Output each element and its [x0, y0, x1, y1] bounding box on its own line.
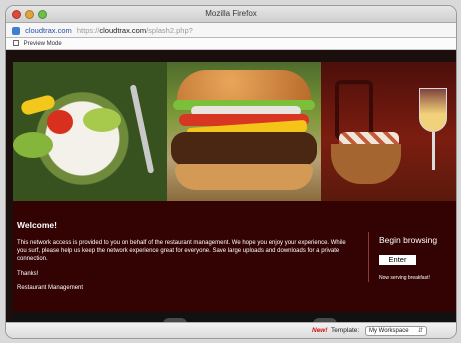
wine-glass-stem: [432, 132, 435, 170]
burger-top-bun: [177, 70, 311, 104]
burger-photo: [167, 62, 321, 201]
template-select-value: My Workspace: [369, 328, 409, 334]
template-label: Template:: [331, 327, 360, 334]
fork: [129, 84, 155, 174]
burger-bottom-bun: [175, 164, 313, 190]
url-path: /splash2.php?: [146, 26, 193, 35]
site-identity-label[interactable]: cloudtrax.com: [25, 26, 72, 35]
vertical-divider: [368, 232, 369, 282]
dining-photo: [321, 62, 456, 201]
tomato-slice: [47, 110, 73, 134]
enter-button[interactable]: Enter: [379, 255, 416, 265]
address-bar[interactable]: cloudtrax.com https://cloudtrax.com/spla…: [6, 23, 456, 38]
welcome-signature: Restaurant Management: [17, 285, 84, 291]
welcome-body-text: This network access is provided to you o…: [17, 240, 346, 262]
wine-glass: [419, 88, 447, 132]
hero-banner: [13, 62, 456, 201]
serving-notice: Now serving breakfast!: [379, 275, 430, 281]
browser-window: Mozilla Firefox cloudtrax.com https://cl…: [6, 6, 456, 338]
title-bar: Mozilla Firefox: [6, 6, 456, 23]
chevron-updown-icon: ⇵: [417, 328, 423, 334]
template-select[interactable]: My Workspace ⇵: [365, 326, 427, 336]
preview-mode-label: Preview Mode: [23, 41, 62, 47]
welcome-heading: Welcome!: [17, 220, 57, 230]
page-viewport: Welcome! This network access is provided…: [6, 50, 456, 324]
chair: [335, 80, 373, 140]
burger-patty: [171, 132, 317, 166]
status-bar: New! Template: My Workspace ⇵: [6, 322, 456, 338]
url-protocol: https://: [76, 26, 100, 35]
bread-basket: [331, 144, 401, 184]
new-badge: New!: [312, 327, 328, 334]
preview-icon: [13, 40, 19, 47]
lettuce-leaf: [83, 108, 121, 132]
welcome-thanks: Thanks!: [17, 271, 39, 277]
window-title: Mozilla Firefox: [205, 9, 257, 18]
begin-browsing-heading: Begin browsing: [379, 235, 438, 245]
welcome-panel: Welcome! This network access is provided…: [13, 201, 456, 312]
page-footer-strip: [13, 312, 456, 324]
salad-photo: [13, 62, 167, 201]
preview-bar: Preview Mode: [6, 38, 456, 50]
lettuce-leaf: [13, 132, 53, 158]
site-identity-icon[interactable]: [12, 27, 20, 36]
url-domain: cloudtrax.com: [99, 26, 147, 35]
